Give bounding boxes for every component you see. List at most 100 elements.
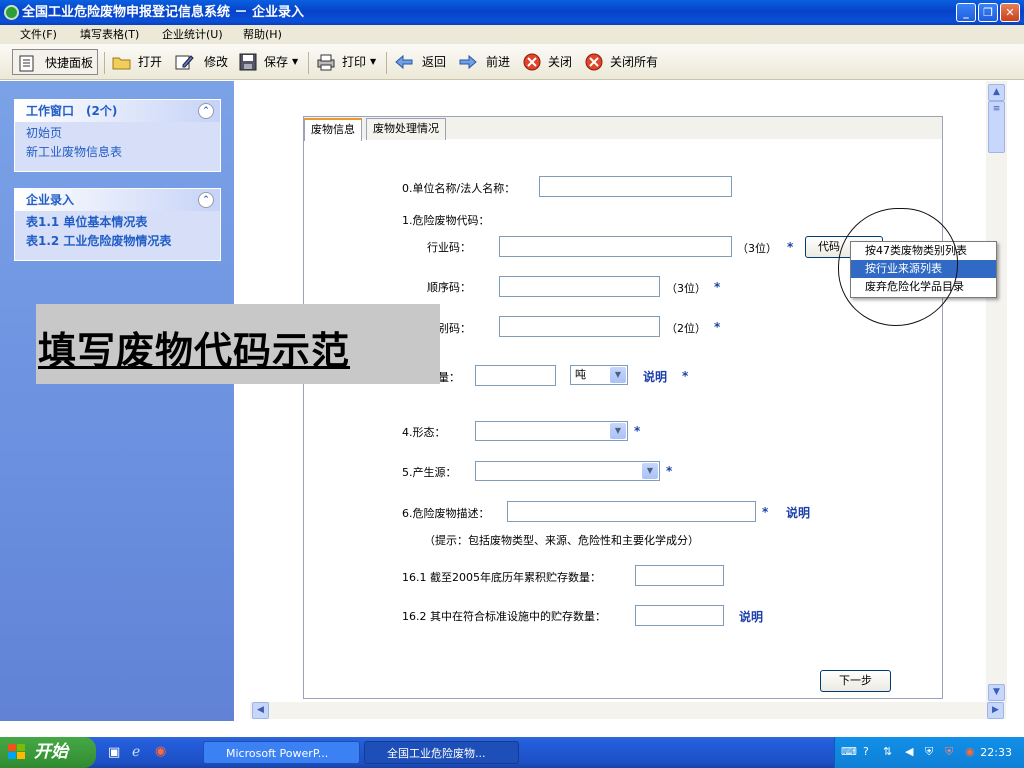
desktop-icon[interactable]: ▣ <box>108 745 120 760</box>
quantity-input[interactable] <box>475 365 556 386</box>
clock: 22:33 <box>980 746 1012 759</box>
vertical-scrollbar[interactable]: ▲ ≡ ▼ <box>986 81 1007 703</box>
print-button[interactable]: 打印 ▼ <box>316 49 380 75</box>
sidebar-item-table-1-1[interactable]: 表1.1 单位基本情况表 <box>15 213 220 232</box>
help-icon[interactable]: ? <box>863 745 869 758</box>
quick-panel-button[interactable]: 快捷面板 <box>12 49 98 75</box>
quantity-label: 量： <box>438 371 460 384</box>
industry-code-input[interactable] <box>499 236 732 257</box>
enterprise-entry-header[interactable]: 企业录入 ⌃ <box>15 189 220 211</box>
demo-banner: 填写废物代码示范 <box>36 304 440 384</box>
sequence-code-label: 顺序码： <box>427 281 471 294</box>
horizontal-scrollbar[interactable]: ◀ ▶ <box>250 702 1006 719</box>
scroll-up-icon[interactable]: ▲ <box>988 84 1005 101</box>
task-waste-system[interactable]: 全国工业危险废物... <box>364 741 519 764</box>
close-window-button[interactable]: ✕ <box>1000 3 1020 22</box>
category-code-label: 别码： <box>438 322 471 335</box>
stock-standard-label: 16.2 其中在符合标准设施中的贮存数量： <box>402 610 606 623</box>
source-select[interactable]: ▼ <box>475 461 660 481</box>
save-dropdown-icon[interactable]: ▼ <box>292 49 298 75</box>
menu-enterprise-stats[interactable]: 企业统计(U) <box>162 25 223 44</box>
industry-code-label: 行业码： <box>427 241 471 254</box>
window-title: 全国工业危险废物申报登记信息系统 － 企业录入 <box>22 5 305 20</box>
sidebar-item-home[interactable]: 初始页 <box>15 124 220 143</box>
browser-icon[interactable]: ◉ <box>155 744 166 759</box>
print-dropdown-icon[interactable]: ▼ <box>370 49 376 75</box>
hw-code-label: 1.危险废物代码： <box>402 214 490 227</box>
shield-icon[interactable]: ⛨ <box>925 745 933 759</box>
stock-2005-input[interactable] <box>635 565 724 586</box>
description-note-link[interactable]: 说明 <box>786 504 810 521</box>
enterprise-entry-panel: 企业录入 ⌃ 表1.1 单位基本情况表 表1.2 工业危险废物情况表 <box>14 188 221 261</box>
sequence-code-input[interactable] <box>499 276 660 297</box>
menu-file[interactable]: 文件(F) <box>20 25 57 44</box>
sidebar-item-new-waste-form[interactable]: 新工业废物信息表 <box>15 143 220 162</box>
collapse-icon[interactable]: ⌃ <box>198 192 214 208</box>
tray-app-icon[interactable]: ◉ <box>965 745 975 758</box>
collapse-icon[interactable]: ⌃ <box>198 103 214 119</box>
description-label: 6.危险废物描述： <box>402 507 490 520</box>
open-button[interactable]: 打开 <box>112 49 168 75</box>
source-label: 5.产生源： <box>402 466 457 479</box>
scroll-left-icon[interactable]: ◀ <box>252 702 269 719</box>
back-button[interactable]: 返回 <box>394 49 454 75</box>
chevron-down-icon[interactable]: ▼ <box>610 367 626 383</box>
state-label: 4.形态： <box>402 426 446 439</box>
next-step-button[interactable]: 下一步 <box>820 670 891 692</box>
window-titlebar: 全国工业危险废物申报登记信息系统 － 企业录入 _ ❐ ✕ <box>0 0 1024 25</box>
toolbar-separator <box>308 52 309 74</box>
menu-help[interactable]: 帮助(H) <box>243 25 282 44</box>
state-select[interactable]: ▼ <box>475 421 628 441</box>
forward-button[interactable]: 前进 <box>458 49 518 75</box>
toolbar: 快捷面板 打开 修改 保存 ▼ 打印 ▼ 返回 前进 关闭 关闭所有 <box>0 44 1024 80</box>
antivirus-icon[interactable]: ⛨ <box>945 745 953 759</box>
menu-bar: 文件(F) 填写表格(T) 企业统计(U) 帮助(H) <box>0 25 1024 44</box>
chevron-down-icon[interactable]: ▼ <box>610 423 626 439</box>
windows-flag-icon <box>8 744 25 759</box>
unit-select[interactable]: 吨 ▼ <box>570 365 628 385</box>
network-icon[interactable]: ⇅ <box>883 745 892 758</box>
required-star: * <box>682 369 689 383</box>
unit-name-input[interactable] <box>539 176 732 197</box>
unit-name-label: 0.单位名称/法人名称： <box>402 182 516 195</box>
stock-note-link[interactable]: 说明 <box>739 608 763 625</box>
menu-item-hazardous-chemicals[interactable]: 废弃危险化学品目录 <box>851 278 996 296</box>
keyboard-icon[interactable]: ⌨ <box>841 745 857 758</box>
description-input[interactable] <box>507 501 756 522</box>
menu-fill-form[interactable]: 填写表格(T) <box>80 25 139 44</box>
taskbar: 开始 ▣ ℯ ◉ Microsoft PowerP... 全国工业危险废物...… <box>0 737 1024 768</box>
stock-standard-input[interactable] <box>635 605 724 626</box>
edit-icon <box>175 55 194 70</box>
required-star: * <box>634 424 641 438</box>
tab-waste-treatment[interactable]: 废物处理情况 <box>366 118 446 140</box>
demo-banner-text: 填写废物代码示范 <box>38 329 351 373</box>
tray-expand-icon[interactable]: ◀ <box>905 745 913 758</box>
tab-waste-info[interactable]: 废物信息 <box>304 118 362 141</box>
chevron-down-icon[interactable]: ▼ <box>642 463 658 479</box>
sidebar: 工作窗口 (2个) ⌃ 初始页 新工业废物信息表 企业录入 ⌃ 表1.1 单位基… <box>0 81 234 721</box>
sequence-code-hint: （3位） <box>666 282 706 295</box>
work-window-header[interactable]: 工作窗口 (2个) ⌃ <box>15 100 220 122</box>
save-button[interactable]: 保存 ▼ <box>238 49 302 75</box>
quantity-note-link[interactable]: 说明 <box>643 368 667 385</box>
restore-button[interactable]: ❐ <box>978 3 998 22</box>
close-all-button[interactable]: 关闭所有 <box>584 49 664 75</box>
scroll-thumb[interactable]: ≡ <box>988 101 1005 153</box>
category-code-hint: （2位） <box>666 322 706 335</box>
menu-item-47-categories[interactable]: 按47类废物类别列表 <box>851 242 996 260</box>
minimize-button[interactable]: _ <box>956 3 976 22</box>
ie-icon[interactable]: ℯ <box>132 744 140 760</box>
printer-icon <box>317 54 335 71</box>
scroll-down-icon[interactable]: ▼ <box>988 684 1005 701</box>
edit-button[interactable]: 修改 <box>174 49 230 75</box>
close-button[interactable]: 关闭 <box>522 49 578 75</box>
start-button[interactable]: 开始 <box>0 737 96 768</box>
task-powerpoint[interactable]: Microsoft PowerP... <box>203 741 360 764</box>
scroll-right-icon[interactable]: ▶ <box>987 702 1004 719</box>
category-code-input[interactable] <box>499 316 660 337</box>
app-logo-icon <box>4 5 19 20</box>
sidebar-item-table-1-2[interactable]: 表1.2 工业危险废物情况表 <box>15 232 220 251</box>
description-hint: （提示：包括废物类型、来源、危险性和主要化学成分） <box>424 534 699 547</box>
required-star: * <box>714 280 721 294</box>
menu-item-industry-source[interactable]: 按行业来源列表 <box>851 260 996 278</box>
